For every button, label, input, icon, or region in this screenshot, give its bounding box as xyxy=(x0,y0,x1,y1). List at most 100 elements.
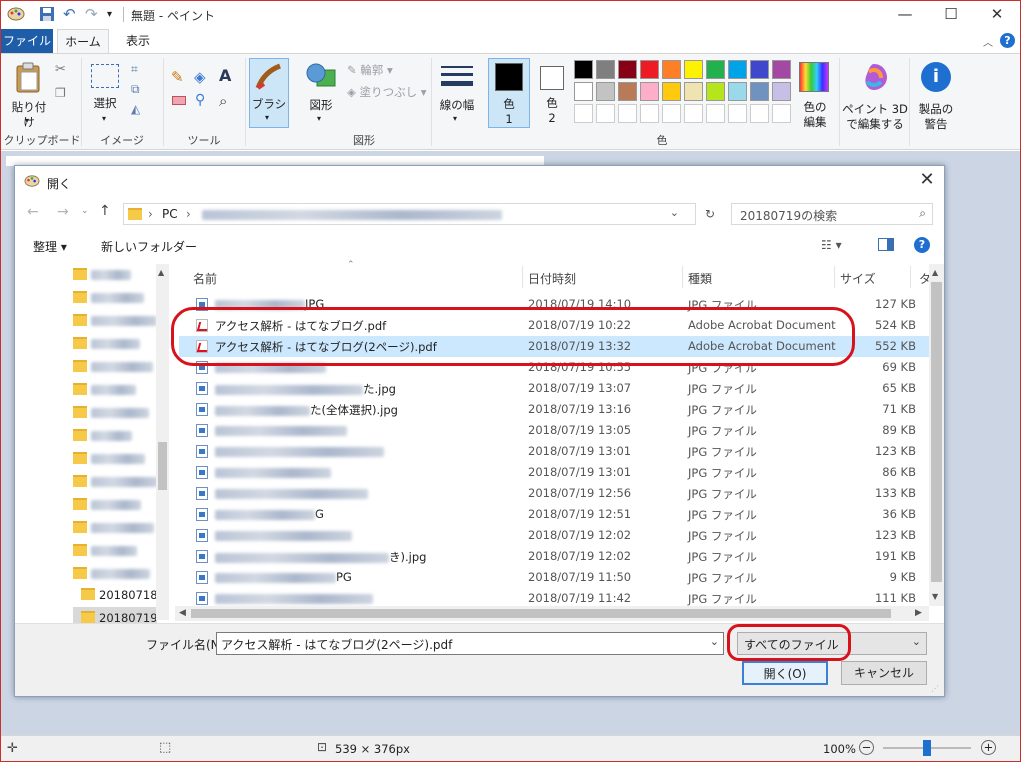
file-type: JPG ファイル xyxy=(688,445,757,459)
file-row[interactable]: た(全体選択).jpg 2018/07/19 13:16 JPG ファイル 71 KB xyxy=(179,399,930,420)
maximize-button[interactable]: ☐ xyxy=(928,1,974,29)
palette-swatch[interactable] xyxy=(618,60,637,79)
help-icon[interactable]: ? xyxy=(1000,33,1015,48)
colors-group-label: 色 xyxy=(656,134,668,147)
palette-swatch[interactable] xyxy=(728,60,747,79)
palette-swatch[interactable] xyxy=(574,60,593,79)
fill-icon[interactable]: ◈ xyxy=(194,68,206,86)
resize-grip-icon[interactable]: ⋰ xyxy=(931,684,939,693)
palette-swatch[interactable] xyxy=(706,82,725,101)
close-button[interactable]: ✕ xyxy=(974,1,1020,29)
shapes-button[interactable]: 図形 ▾ xyxy=(303,60,339,126)
palette-swatch[interactable] xyxy=(596,104,615,123)
collapse-ribbon-icon[interactable]: ︿ xyxy=(983,34,993,49)
filename-dropdown-icon[interactable]: ⌄ xyxy=(710,635,719,648)
palette-swatch[interactable] xyxy=(684,104,703,123)
product-alert-button[interactable]: i 製品の 警告 xyxy=(913,60,959,131)
tab-view[interactable]: 表示 xyxy=(115,29,161,53)
hscroll-right-icon[interactable]: ▶ xyxy=(915,608,922,618)
zoom-slider-thumb[interactable] xyxy=(923,740,931,756)
palette-swatch[interactable] xyxy=(596,82,615,101)
redo-icon[interactable]: ↷ xyxy=(85,5,98,23)
magnifier-icon[interactable]: ⌕ xyxy=(219,92,227,110)
palette-swatch[interactable] xyxy=(772,82,791,101)
file-row[interactable]: PG 2018/07/19 11:50 JPG ファイル 9 KB xyxy=(179,567,930,588)
palette-swatch[interactable] xyxy=(750,104,769,123)
file-scroll-down-icon[interactable]: ▼ xyxy=(932,592,938,601)
file-scroll-thumb[interactable] xyxy=(931,282,942,582)
brushes-button[interactable]: ブラシ ▾ xyxy=(249,58,289,128)
palette-swatch[interactable] xyxy=(706,104,725,123)
select-button[interactable]: 選択 ▾ xyxy=(89,62,121,126)
file-date: 2018/07/19 11:42 xyxy=(528,591,632,605)
file-scrollbar[interactable]: ▲ ▼ xyxy=(929,264,944,606)
file-hscrollbar[interactable]: ◀ ▶ xyxy=(175,606,929,621)
filename-input[interactable]: アクセス解析 - はてなブログ(2ページ).pdf ⌄ xyxy=(216,632,724,655)
tab-file[interactable]: ファイル xyxy=(1,29,53,53)
palette-swatch[interactable] xyxy=(750,60,769,79)
file-date: 2018/07/19 12:56 xyxy=(528,486,632,500)
palette-swatch[interactable] xyxy=(640,82,659,101)
palette-swatch[interactable] xyxy=(662,104,681,123)
color1-button[interactable]: 色 1 xyxy=(488,58,530,128)
paste-button[interactable]: 貼り付け ▾ xyxy=(9,60,49,129)
file-name-redacted xyxy=(215,446,384,457)
file-type: JPG ファイル xyxy=(688,424,757,438)
palette-swatch[interactable] xyxy=(750,82,769,101)
palette-swatch[interactable] xyxy=(662,82,681,101)
zoom-out-button[interactable]: − xyxy=(859,740,874,755)
file-row[interactable]: 2018/07/19 13:01 JPG ファイル 86 KB xyxy=(179,462,930,483)
file-name-tail: た(全体選択).jpg xyxy=(310,403,398,417)
cut-icon[interactable]: ✂ xyxy=(55,62,66,77)
hscroll-thumb[interactable] xyxy=(191,609,891,618)
file-scroll-up-icon[interactable]: ▲ xyxy=(932,268,938,277)
palette-swatch[interactable] xyxy=(618,82,637,101)
edit-with-paint3d-button[interactable]: ペイント 3D で編集する xyxy=(842,60,908,131)
palette-swatch[interactable] xyxy=(640,104,659,123)
zoom-in-button[interactable]: + xyxy=(981,740,996,755)
color-picker-icon[interactable]: ⚲ xyxy=(195,92,205,108)
file-name xyxy=(215,423,347,437)
palette-swatch[interactable] xyxy=(728,104,747,123)
file-row[interactable]: G 2018/07/19 12:51 JPG ファイル 36 KB xyxy=(179,504,930,525)
crop-icon[interactable]: ⌗ xyxy=(131,62,138,77)
palette-swatch[interactable] xyxy=(684,60,703,79)
paste-icon xyxy=(16,62,40,93)
text-icon[interactable]: A xyxy=(219,66,231,85)
palette-swatch[interactable] xyxy=(772,104,791,123)
customize-quick-access-icon[interactable]: ▾ xyxy=(107,5,112,23)
rotate-icon[interactable]: ◭ xyxy=(131,102,140,116)
edit-colors-button[interactable]: 色の 編集 xyxy=(797,60,833,129)
file-row[interactable]: た.jpg 2018/07/19 13:07 JPG ファイル 65 KB xyxy=(179,378,930,399)
eraser-icon[interactable] xyxy=(172,96,186,105)
color2-button[interactable]: 色 2 xyxy=(534,58,570,128)
undo-icon[interactable]: ↶ xyxy=(63,5,76,23)
file-row[interactable]: 2018/07/19 12:02 JPG ファイル 123 KB xyxy=(179,525,930,546)
palette-swatch[interactable] xyxy=(706,60,725,79)
palette-swatch[interactable] xyxy=(662,60,681,79)
outline-button[interactable]: ✎ 輪郭 ▾ xyxy=(347,62,393,78)
palette-swatch[interactable] xyxy=(728,82,747,101)
palette-swatch[interactable] xyxy=(618,104,637,123)
minimize-button[interactable]: — xyxy=(882,1,928,29)
palette-swatch[interactable] xyxy=(574,82,593,101)
palette-swatch[interactable] xyxy=(684,82,703,101)
file-row[interactable]: き).jpg 2018/07/19 12:02 JPG ファイル 191 KB xyxy=(179,546,930,567)
line-width-button[interactable]: 線の幅 ▾ xyxy=(437,60,477,126)
fill-shape-button[interactable]: ◈ 塗りつぶし ▾ xyxy=(347,84,427,100)
file-row[interactable]: 2018/07/19 12:56 JPG ファイル 133 KB xyxy=(179,483,930,504)
palette-swatch[interactable] xyxy=(596,60,615,79)
palette-swatch[interactable] xyxy=(772,60,791,79)
resize-icon[interactable]: ⧉ xyxy=(131,82,140,97)
save-icon[interactable] xyxy=(39,5,55,23)
pencil-icon[interactable]: ✎ xyxy=(171,68,184,86)
open-button[interactable]: 開く(O) xyxy=(742,661,828,685)
hscroll-left-icon[interactable]: ◀ xyxy=(179,608,186,618)
file-row[interactable]: 2018/07/19 13:01 JPG ファイル 123 KB xyxy=(179,441,930,462)
tab-home[interactable]: ホーム xyxy=(57,29,109,53)
cancel-button[interactable]: キャンセル xyxy=(841,661,927,685)
palette-swatch[interactable] xyxy=(640,60,659,79)
palette-swatch[interactable] xyxy=(574,104,593,123)
file-row[interactable]: 2018/07/19 13:05 JPG ファイル 89 KB xyxy=(179,420,930,441)
copy-icon[interactable]: ❐ xyxy=(55,86,66,100)
